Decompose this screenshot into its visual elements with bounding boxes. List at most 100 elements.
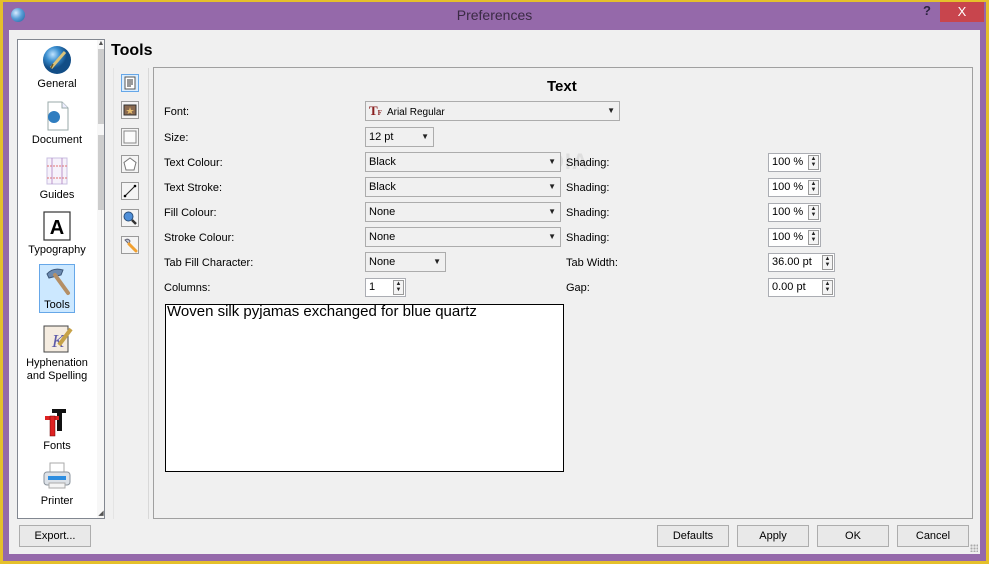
text-frame-tool-button[interactable] bbox=[121, 74, 139, 92]
scroll-up-arrow-icon[interactable]: ▲ bbox=[97, 40, 104, 48]
spin-arrows-icon[interactable]: ▲ ▼ bbox=[808, 180, 819, 195]
text-stroke-shading-spinbox[interactable]: 100 % ▲ ▼ bbox=[768, 178, 821, 197]
text-stroke-select[interactable]: Black ▼ bbox=[365, 177, 561, 197]
sidebar-item-document[interactable]: Document bbox=[22, 100, 92, 147]
font-select[interactable]: TF Arial Regular ▼ bbox=[365, 101, 620, 121]
gap-spinbox[interactable]: 0.00 pt ▲ ▼ bbox=[768, 278, 835, 297]
fill-colour-select[interactable]: None ▼ bbox=[365, 202, 561, 222]
page-title: Tools bbox=[111, 42, 153, 59]
sidebar-scrollbar[interactable]: ▲ ◢ bbox=[97, 40, 104, 518]
spin-value: 100 % bbox=[772, 156, 804, 168]
spin-arrows-icon[interactable]: ▲ ▼ bbox=[393, 280, 404, 295]
sidebar-item-label: Tools bbox=[44, 299, 70, 311]
chevron-down-icon: ▼ bbox=[548, 182, 556, 191]
sidebar-item-label: General bbox=[37, 78, 77, 90]
window-title: Preferences bbox=[456, 7, 533, 23]
tab-fill-select[interactable]: None ▼ bbox=[365, 252, 446, 272]
scroll-down-arrow-icon[interactable]: ◢ bbox=[97, 510, 104, 518]
tab-width-spinbox[interactable]: 36.00 pt ▲ ▼ bbox=[768, 253, 835, 272]
zoom-tool-button[interactable] bbox=[121, 209, 139, 227]
guides-icon bbox=[41, 155, 73, 187]
text-colour-label: Text Colour: bbox=[164, 157, 223, 169]
font-select-value: Arial Regular bbox=[386, 107, 445, 118]
hammer-icon bbox=[41, 265, 73, 297]
spin-arrows-icon[interactable]: ▲ ▼ bbox=[808, 230, 819, 245]
typography-icon: A bbox=[41, 210, 73, 242]
spin-value: 100 % bbox=[772, 231, 804, 243]
defaults-button[interactable]: Defaults bbox=[657, 525, 729, 547]
rectangle-shape-icon bbox=[123, 130, 137, 144]
size-select[interactable]: 12 pt ▼ bbox=[365, 127, 434, 147]
sidebar-item-general[interactable]: General bbox=[22, 44, 92, 91]
misc-tool-button[interactable] bbox=[121, 236, 139, 254]
font-label: Font: bbox=[164, 106, 190, 118]
stroke-colour-value: None bbox=[369, 231, 396, 243]
polygon-tool-button[interactable] bbox=[121, 155, 139, 173]
spin-arrows-icon[interactable]: ▲ ▼ bbox=[808, 155, 819, 170]
text-colour-shading-spinbox[interactable]: 100 % ▲ ▼ bbox=[768, 153, 821, 172]
sidebar-item-label: Hyphenation and Spelling bbox=[26, 357, 88, 382]
help-button[interactable]: ? bbox=[919, 3, 935, 21]
fill-colour-value: None bbox=[369, 206, 396, 218]
sidebar-item-tools-selection: Tools bbox=[39, 264, 75, 313]
tab-width-label: Tab Width: bbox=[566, 257, 618, 269]
tab-fill-label: Tab Fill Character: bbox=[164, 257, 254, 269]
sidebar-item-guides[interactable]: Guides bbox=[22, 155, 92, 202]
spin-arrows-icon[interactable]: ▲ ▼ bbox=[822, 280, 833, 295]
font-type-icon: TF bbox=[369, 103, 382, 118]
stroke-colour-label: Stroke Colour: bbox=[164, 232, 235, 244]
stroke-colour-shading-label: Shading: bbox=[566, 232, 610, 244]
columns-spinbox[interactable]: 1 ▲ ▼ bbox=[365, 278, 406, 297]
text-stroke-shading-label: Shading: bbox=[566, 182, 610, 194]
sidebar-item-typography[interactable]: A Typography bbox=[22, 210, 92, 257]
sidebar-item-label: Printer bbox=[40, 495, 74, 507]
spin-arrows-icon[interactable]: ▲ ▼ bbox=[808, 205, 819, 220]
scrollbar-thumb[interactable] bbox=[98, 135, 104, 210]
chevron-down-icon: ▼ bbox=[548, 207, 556, 216]
columns-label: Columns: bbox=[164, 282, 211, 294]
close-button[interactable]: X bbox=[940, 2, 984, 22]
printer-icon bbox=[41, 461, 73, 493]
fill-colour-shading-spinbox[interactable]: 100 % ▲ ▼ bbox=[768, 203, 821, 222]
document-icon bbox=[41, 100, 73, 132]
globe-pen-icon bbox=[41, 44, 73, 76]
export-button[interactable]: Export... bbox=[19, 525, 91, 547]
ok-button[interactable]: OK bbox=[817, 525, 889, 547]
image-frame-tool-button[interactable] bbox=[121, 101, 139, 119]
cancel-button[interactable]: Cancel bbox=[897, 525, 969, 547]
sidebar-item-label: Document bbox=[31, 134, 83, 146]
line-tool-button[interactable] bbox=[121, 182, 139, 200]
spin-arrows-icon[interactable]: ▲ ▼ bbox=[822, 255, 833, 270]
fill-colour-shading-label: Shading: bbox=[566, 207, 610, 219]
size-select-value: 12 pt bbox=[369, 131, 394, 143]
text-colour-value: Black bbox=[369, 156, 396, 168]
text-colour-shading-label: Shading: bbox=[566, 157, 610, 169]
spin-value: 36.00 pt bbox=[772, 256, 812, 268]
stroke-colour-shading-spinbox[interactable]: 100 % ▲ ▼ bbox=[768, 228, 821, 247]
svg-text:A: A bbox=[50, 217, 64, 239]
hyphenation-pen-icon: K bbox=[41, 323, 73, 355]
resize-grip-icon[interactable] bbox=[970, 544, 978, 552]
title-bar: Preferences ? X bbox=[3, 2, 986, 30]
sidebar-item-printer[interactable]: Printer bbox=[22, 461, 92, 508]
chevron-down-icon: ▼ bbox=[548, 157, 556, 166]
wrench-icon bbox=[124, 238, 138, 253]
apply-button[interactable]: Apply bbox=[737, 525, 809, 547]
line-icon bbox=[123, 184, 137, 198]
text-frame-icon bbox=[124, 76, 136, 90]
stroke-colour-select[interactable]: None ▼ bbox=[365, 227, 561, 247]
spin-value: 100 % bbox=[772, 181, 804, 193]
fonts-icon bbox=[41, 406, 73, 438]
text-colour-select[interactable]: Black ▼ bbox=[365, 152, 561, 172]
sidebar-item-fonts[interactable]: Fonts bbox=[22, 406, 92, 453]
text-preview: Woven silk pyjamas exchanged for blue qu… bbox=[165, 304, 564, 472]
scrollbar-thumb[interactable] bbox=[98, 49, 104, 124]
spin-value: 1 bbox=[369, 281, 376, 293]
chevron-down-icon: ▼ bbox=[548, 232, 556, 241]
sidebar-item-hyphenation[interactable]: K Hyphenation and Spelling bbox=[22, 323, 92, 383]
shape-tool-button[interactable] bbox=[121, 128, 139, 146]
sidebar-item-tools[interactable]: Tools bbox=[22, 264, 92, 313]
category-list: General Document Guides A Typography Too… bbox=[17, 39, 105, 519]
preferences-window: Preferences ? X General Document Guides … bbox=[3, 2, 986, 561]
dialog-body: General Document Guides A Typography Too… bbox=[9, 30, 980, 554]
